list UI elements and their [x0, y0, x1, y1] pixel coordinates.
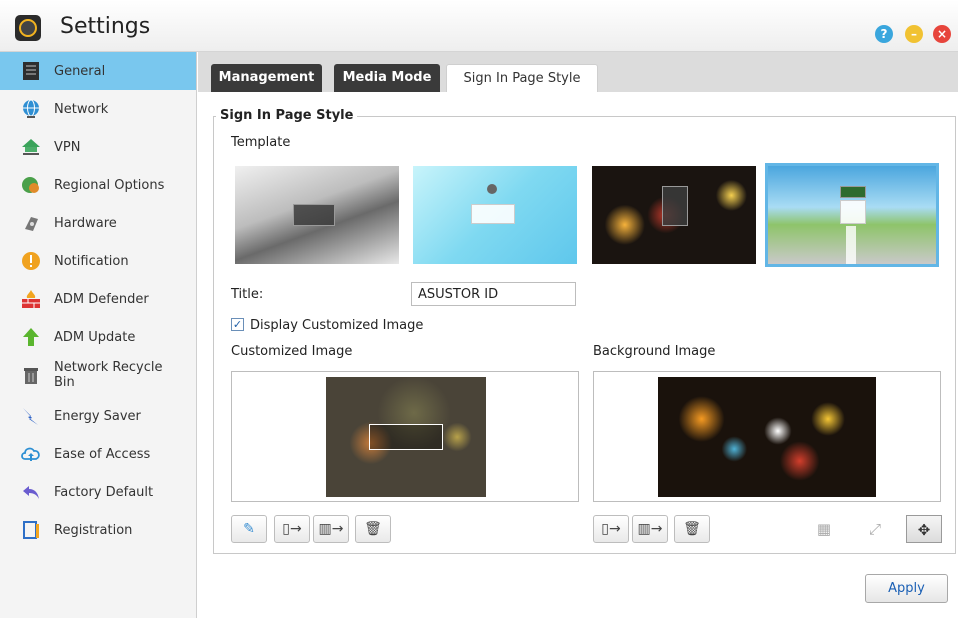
bg-trash-icon[interactable]: 🗑 — [674, 515, 710, 543]
tab-management[interactable]: Management — [211, 64, 322, 92]
globe-icon — [20, 98, 42, 120]
sidebar-item-label: Regional Options — [54, 177, 165, 193]
fit-icon[interactable]: ✥ — [906, 515, 942, 543]
title-label: Title: — [231, 287, 264, 302]
bg-import-folder-icon[interactable]: ▥→ — [632, 515, 668, 543]
sidebar-item-label: Network Recycle Bin — [54, 360, 163, 390]
title-input[interactable] — [411, 282, 576, 306]
notification-icon — [20, 250, 42, 272]
regional-icon — [20, 174, 42, 196]
sidebar-item-label: Ease of Access — [54, 446, 151, 462]
registration-icon — [20, 519, 42, 541]
display-customized-checkbox[interactable]: ✓ — [231, 318, 244, 331]
apply-button[interactable]: Apply — [865, 574, 948, 603]
customized-image-label: Customized Image — [231, 344, 353, 359]
sidebar-item-network-recycle-bin[interactable]: Network Recycle Bin — [0, 356, 196, 394]
template-thumbnail-2[interactable] — [413, 166, 577, 264]
window-title: Settings — [60, 14, 151, 39]
background-image-label: Background Image — [593, 344, 716, 359]
customized-image-selection[interactable] — [369, 424, 443, 450]
sidebar-item-factory-default[interactable]: Factory Default — [0, 473, 196, 511]
sidebar-item-adm-defender[interactable]: ADM Defender — [0, 280, 196, 318]
sidebar-item-label: Factory Default — [54, 484, 154, 500]
sidebar-item-hardware[interactable]: Hardware — [0, 204, 196, 242]
section-legend: Sign In Page Style — [216, 108, 358, 123]
hardware-icon — [20, 212, 42, 234]
sidebar-item-label: General — [54, 63, 106, 79]
template-thumbnail-1[interactable] — [235, 166, 399, 264]
title-bar: Settings ? – × — [0, 0, 958, 52]
edit-icon[interactable]: ✎ — [231, 515, 267, 543]
template-thumbnail-4[interactable] — [765, 163, 939, 267]
customized-image — [326, 377, 486, 497]
sidebar-item-ease-of-access[interactable]: Ease of Access — [0, 435, 196, 473]
vpn-icon — [20, 136, 42, 158]
tab-media-mode[interactable]: Media Mode — [334, 64, 440, 92]
stretch-icon[interactable]: ⤢ — [857, 515, 893, 543]
import-file-icon[interactable]: ▯→ — [274, 515, 310, 543]
sidebar-item-label: Registration — [54, 522, 133, 538]
settings-app-icon — [15, 15, 41, 41]
sidebar-item-energy-saver[interactable]: Energy Saver — [0, 397, 196, 435]
sidebar-item-label: Network — [54, 101, 109, 117]
minimize-icon[interactable]: – — [905, 25, 923, 43]
sidebar: General Network VPN Regional Options Har… — [0, 52, 197, 618]
sidebar-item-registration[interactable]: Registration — [0, 511, 196, 549]
update-arrow-icon — [20, 326, 42, 348]
background-image — [658, 377, 876, 497]
energy-icon — [20, 405, 42, 427]
sidebar-item-label: ADM Defender — [54, 291, 149, 307]
firewall-icon — [20, 288, 42, 310]
cloud-icon — [20, 443, 42, 465]
help-icon[interactable]: ? — [875, 25, 893, 43]
template-thumbnail-3[interactable] — [592, 166, 756, 264]
sidebar-item-regional-options[interactable]: Regional Options — [0, 166, 196, 204]
reset-arrow-icon — [20, 481, 42, 503]
sidebar-item-label: VPN — [54, 139, 81, 155]
sidebar-item-label: ADM Update — [54, 329, 136, 345]
sidebar-item-vpn[interactable]: VPN — [0, 128, 196, 166]
tab-bar: Management Media Mode Sign In Page Style — [198, 52, 958, 92]
import-folder-icon[interactable]: ▥→ — [313, 515, 349, 543]
display-customized-label: Display Customized Image — [250, 318, 424, 333]
sidebar-item-label: Energy Saver — [54, 408, 141, 424]
background-image-preview — [593, 371, 941, 502]
main-panel: Management Media Mode Sign In Page Style… — [198, 52, 958, 618]
tile-icon[interactable]: ▦ — [806, 515, 842, 543]
sidebar-item-label: Notification — [54, 253, 129, 269]
close-icon[interactable]: × — [933, 25, 951, 43]
sidebar-item-adm-update[interactable]: ADM Update — [0, 318, 196, 356]
sidebar-item-network[interactable]: Network — [0, 90, 196, 128]
trash-icon[interactable]: 🗑 — [355, 515, 391, 543]
tab-sign-in-page-style[interactable]: Sign In Page Style — [446, 64, 598, 92]
customized-image-preview — [231, 371, 579, 502]
sidebar-item-label: Hardware — [54, 215, 117, 231]
bg-import-file-icon[interactable]: ▯→ — [593, 515, 629, 543]
sidebar-item-general[interactable]: General — [0, 52, 196, 90]
sidebar-item-notification[interactable]: Notification — [0, 242, 196, 280]
recycle-bin-icon — [20, 364, 42, 386]
template-label: Template — [231, 135, 291, 150]
general-icon — [20, 60, 42, 82]
